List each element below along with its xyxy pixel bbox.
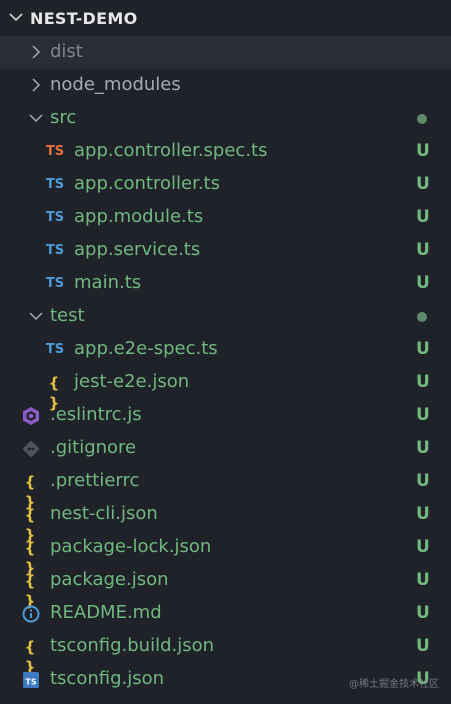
tree-item-app-module-ts[interactable]: TS app.module.ts U [0,201,451,234]
chevron-down-icon[interactable] [28,110,44,126]
tree-item-label: app.e2e-spec.ts [74,338,218,359]
tree-item-eslintrc-js[interactable]: .eslintrc.js U [0,399,451,432]
tree-item-app-controller-ts[interactable]: TS app.controller.ts U [0,168,451,201]
tree-item-label: package.json [50,569,169,590]
json-file-icon: { } [24,638,38,676]
git-status-badge: U [416,504,430,524]
tree-item-gitignore[interactable]: .gitignore U [0,432,451,465]
tree-item-label: app.module.ts [74,206,204,227]
project-title: NEST-DEMO [30,9,138,28]
chevron-down-icon[interactable] [8,9,24,25]
tree-item-label: README.md [50,602,162,623]
tree-item-tsconfig-build-json[interactable]: { } tsconfig.build.json U [0,630,451,676]
tree-item-src[interactable]: src [0,102,451,135]
tree-item-label: tsconfig.build.json [50,635,215,656]
json-file-icon: { } [24,506,38,544]
chevron-right-icon[interactable] [28,77,44,93]
file-explorer: NEST-DEMO dist node_modules src TS app.c… [0,0,451,704]
info-icon [22,605,40,623]
typescript-file-icon: TS [45,342,65,357]
tree-item-nest-cli-json[interactable]: { } nest-cli.json U [0,498,451,544]
tree-item-label: .eslintrc.js [50,404,142,425]
tsconfig-file-icon: TS [23,672,39,688]
tree-item-label: app.service.ts [74,239,201,260]
tree-item-dist[interactable]: dist [0,36,451,69]
modified-dot-badge [417,114,427,124]
tree-item-label: app.controller.ts [74,173,220,194]
typescript-spec-file-icon: TS [45,144,65,159]
tree-item-label: .prettierrc [50,470,140,491]
tree-item-label: app.controller.spec.ts [74,140,268,161]
tree-item-label: jest-e2e.json [74,371,190,392]
tree-item-label: nest-cli.json [50,503,158,524]
git-status-badge: U [416,405,430,425]
git-status-badge: U [416,339,430,359]
svg-text:TS: TS [25,678,36,687]
tree-item-node-modules[interactable]: node_modules [0,69,451,102]
chevron-down-icon[interactable] [28,308,44,324]
git-status-badge: U [416,141,430,161]
git-status-badge: U [416,372,430,392]
tree-item-app-service-ts[interactable]: TS app.service.ts U [0,234,451,267]
tree-item-prettierrc[interactable]: { } .prettierrc U [0,465,451,511]
typescript-file-icon: TS [45,177,65,192]
tree-item-main-ts[interactable]: TS main.ts U [0,267,451,300]
tree-item-readme-md[interactable]: README.md U [0,597,451,630]
tree-item-app-e2e-spec-ts[interactable]: TS app.e2e-spec.ts U [0,333,451,366]
git-status-badge: U [416,537,430,557]
tree-item-label: .gitignore [50,437,137,458]
git-status-badge: U [416,438,430,458]
chevron-right-icon[interactable] [28,44,44,60]
git-status-badge: U [416,240,430,260]
git-status-badge: U [416,273,430,293]
explorer-root-header[interactable]: NEST-DEMO [0,0,451,36]
tree-item-package-lock-json[interactable]: { } package-lock.json U [0,531,451,577]
tree-item-label: main.ts [74,272,142,293]
git-status-badge: U [416,636,430,656]
git-status-badge: U [416,603,430,623]
json-file-icon: { } [24,572,38,610]
modified-dot-badge [417,312,427,322]
tree-item-label: src [50,107,77,128]
eslint-icon [23,407,39,425]
typescript-file-icon: TS [45,210,65,225]
tree-item-package-json[interactable]: { } package.json U [0,564,451,610]
tree-item-label: tsconfig.json [50,668,165,689]
json-file-icon: { } [24,473,38,511]
git-icon [22,440,40,458]
git-status-badge: U [416,207,430,227]
json-file-icon: { } [24,539,38,577]
tree-item-label: dist [50,41,83,62]
git-status-badge: U [416,471,430,491]
tree-item-test[interactable]: test [0,300,451,333]
tree-item-label: package-lock.json [50,536,212,557]
tree-item-label: node_modules [50,74,181,95]
typescript-file-icon: TS [45,243,65,258]
tree-item-jest-e2e-json[interactable]: { } jest-e2e.json U [0,366,451,412]
json-file-icon: { } [48,374,62,412]
tree-item-label: test [50,305,85,326]
git-status-badge: U [416,570,430,590]
git-status-badge: U [416,174,430,194]
tree-item-app-controller-spec-ts[interactable]: TS app.controller.spec.ts U [0,135,451,168]
typescript-file-icon: TS [45,276,65,291]
watermark: @稀土掘金技术社区 [349,679,439,690]
